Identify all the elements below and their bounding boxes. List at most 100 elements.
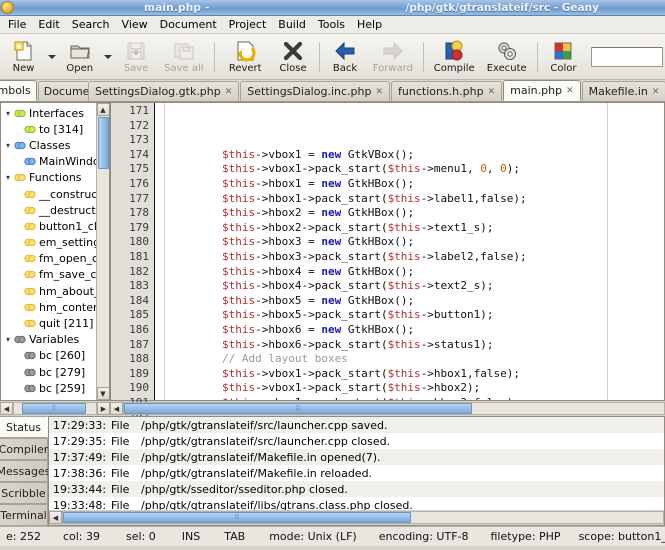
- code-line[interactable]: $this->vbox1->pack_start($this->hbox1,fa…: [165, 367, 664, 382]
- tree-item[interactable]: ▾Variables: [1, 332, 109, 348]
- menu-search[interactable]: Search: [66, 17, 116, 32]
- sidebar-horizontal-scrollbar[interactable]: ⦙⦙: [13, 402, 97, 415]
- tree-item[interactable]: to [314]: [1, 121, 109, 137]
- tree-item[interactable]: fm_save_ca: [1, 267, 109, 283]
- code-line[interactable]: $this->hbox1->pack_start($this->label1,f…: [165, 192, 664, 207]
- tree-item[interactable]: hm_content: [1, 299, 109, 315]
- message-tab-terminal[interactable]: Terminal: [0, 504, 48, 526]
- tree-item[interactable]: quit [211]: [1, 315, 109, 331]
- menu-project[interactable]: Project: [223, 17, 273, 32]
- message-row[interactable]: 17:37:49:File/php/gtk/gtranslateif/Makef…: [49, 449, 664, 465]
- tree-item[interactable]: ▾Interfaces: [1, 105, 109, 121]
- tab-close-icon[interactable]: ✕: [488, 87, 496, 97]
- scroll-left-icon[interactable]: ◀: [49, 511, 62, 524]
- sidebar-vertical-scrollbar[interactable]: ▲ ▼: [96, 103, 109, 400]
- message-tab-messages[interactable]: Messages: [0, 460, 48, 482]
- tree-item[interactable]: hm_about_c: [1, 283, 109, 299]
- code-line[interactable]: $this->hbox4->pack_start($this->text2_s)…: [165, 279, 664, 294]
- menu-view[interactable]: View: [116, 17, 154, 32]
- toolbar-revert-button[interactable]: Revert: [219, 35, 271, 79]
- editor-horizontal-scrollbar[interactable]: ⦙⦙⦙: [123, 402, 665, 415]
- code-line[interactable]: $this->vbox1->pack_start($this->hbox3,fa…: [165, 396, 664, 400]
- scrollbar-thumb[interactable]: ⦙⦙⦙: [63, 512, 411, 523]
- tree-item[interactable]: bc [260]: [1, 348, 109, 364]
- tab-close-icon[interactable]: ✕: [566, 86, 574, 96]
- symbols-tree[interactable]: ▾Interfacesto [314]▾ClassesMainWindow▾Fu…: [0, 102, 110, 401]
- code-line[interactable]: $this->vbox1->pack_start($this->menu1, 0…: [165, 162, 664, 177]
- toolbar-compile-button[interactable]: Compile: [428, 35, 480, 79]
- marker-margin[interactable]: [155, 103, 165, 400]
- code-line[interactable]: // Add layout boxes: [165, 352, 664, 367]
- message-row[interactable]: 17:38:36:File/php/gtk/gtranslateif/Makef…: [49, 465, 664, 481]
- message-tab-scribble[interactable]: Scribble: [0, 482, 48, 504]
- code-line[interactable]: $this->hbox2->pack_start($this->text1_s)…: [165, 221, 664, 236]
- scroll-down-icon[interactable]: ▼: [97, 387, 110, 400]
- toolbar-new-dropdown[interactable]: [45, 35, 58, 79]
- toolbar-new-button[interactable]: New: [2, 35, 45, 79]
- toolbar-open-button[interactable]: Open: [58, 35, 101, 79]
- code-line[interactable]: $this->hbox3 = new GtkHBox();: [165, 235, 664, 250]
- toolbar-search-input[interactable]: [591, 47, 663, 67]
- code-line[interactable]: $this->hbox2 = new GtkHBox();: [165, 206, 664, 221]
- code-line[interactable]: $this->hbox5->pack_start($this->button1)…: [165, 308, 664, 323]
- twisty-expanded-icon[interactable]: ▾: [3, 141, 13, 150]
- tree-item[interactable]: bc [259]: [1, 380, 109, 396]
- tab-close-icon[interactable]: ✕: [225, 87, 233, 97]
- tree-item[interactable]: ▾Classes: [1, 137, 109, 153]
- tree-item[interactable]: button1_clic: [1, 218, 109, 234]
- editor-tab-functions-h-php[interactable]: functions.h.php✕: [391, 81, 502, 101]
- code-line[interactable]: $this->vbox1 = new GtkVBox();: [165, 148, 664, 163]
- tree-item[interactable]: em_settings: [1, 235, 109, 251]
- menu-edit[interactable]: Edit: [32, 17, 65, 32]
- code-line[interactable]: $this->vbox1->pack_start($this->hbox2);: [165, 381, 664, 396]
- scrollbar-thumb[interactable]: ⦙⦙⦙: [124, 403, 472, 414]
- message-row[interactable]: 19:33:44:File/php/gtk/sseditor/sseditor.…: [49, 481, 664, 497]
- status-message-list[interactable]: 17:29:33:File/php/gtk/gtranslateif/src/l…: [48, 416, 665, 526]
- twisty-expanded-icon[interactable]: ▾: [3, 335, 13, 344]
- message-row[interactable]: 17:29:33:File/php/gtk/gtranslateif/src/l…: [49, 417, 664, 433]
- twisty-expanded-icon[interactable]: ▾: [3, 173, 13, 182]
- tree-item[interactable]: __destruct [: [1, 202, 109, 218]
- toolbar-back-button[interactable]: Back: [324, 35, 367, 79]
- tab-close-icon[interactable]: ✕: [375, 87, 383, 97]
- code-line[interactable]: $this->hbox4 = new GtkHBox();: [165, 265, 664, 280]
- code-line[interactable]: $this->hbox1 = new GtkHBox();: [165, 177, 664, 192]
- code-line[interactable]: $this->hbox3->pack_start($this->label2,f…: [165, 250, 664, 265]
- toolbar-color-button[interactable]: Color: [542, 35, 585, 79]
- messages-horizontal-scrollbar[interactable]: ⦙⦙⦙: [62, 511, 664, 524]
- toolbar-execute-button[interactable]: Execute: [480, 35, 532, 79]
- editor-tab-settingsdialog-gtk-php[interactable]: SettingsDialog.gtk.php✕: [88, 81, 239, 101]
- menu-tools[interactable]: Tools: [312, 17, 351, 32]
- editor-tab-makefile-in[interactable]: Makefile.in✕: [582, 81, 665, 101]
- scrollbar-thumb[interactable]: ⦙⦙: [22, 403, 86, 414]
- tree-item[interactable]: __construct: [1, 186, 109, 202]
- scrollbar-thumb[interactable]: [98, 117, 109, 169]
- tree-item[interactable]: bc [279]: [1, 364, 109, 380]
- scroll-up-icon[interactable]: ▲: [97, 103, 110, 116]
- toolbar-open-dropdown[interactable]: [101, 35, 114, 79]
- tree-item[interactable]: fm_open_ca: [1, 251, 109, 267]
- menu-file[interactable]: File: [2, 17, 32, 32]
- editor-tab-settingsdialog-inc-php[interactable]: SettingsDialog.inc.php✕: [240, 81, 390, 101]
- tree-item[interactable]: ▾Functions: [1, 170, 109, 186]
- scroll-right-icon[interactable]: ▶: [97, 402, 110, 415]
- menu-build[interactable]: Build: [272, 17, 312, 32]
- message-row[interactable]: 17:29:35:File/php/gtk/gtranslateif/src/l…: [49, 433, 664, 449]
- message-tab-status[interactable]: Status: [0, 416, 48, 438]
- menu-document[interactable]: Document: [154, 17, 223, 32]
- code-line[interactable]: $this->hbox6->pack_start($this->status1)…: [165, 338, 664, 353]
- editor-tab-main-php[interactable]: main.php✕: [503, 80, 580, 101]
- scroll-left-icon[interactable]: ◀: [0, 402, 13, 415]
- code-text[interactable]: $this->vbox1 = new GtkVBox(); $this->vbo…: [165, 103, 664, 400]
- code-editor[interactable]: 1711721731741751761771781791801811821831…: [110, 102, 665, 401]
- message-tab-compiler[interactable]: Compiler: [0, 438, 48, 460]
- tree-item[interactable]: MainWindow: [1, 154, 109, 170]
- toolbar-close-button[interactable]: Close: [271, 35, 314, 79]
- menu-help[interactable]: Help: [351, 17, 388, 32]
- twisty-expanded-icon[interactable]: ▾: [3, 109, 13, 118]
- code-line[interactable]: $this->hbox5 = new GtkHBox();: [165, 294, 664, 309]
- tab-close-icon[interactable]: ✕: [652, 87, 660, 97]
- sidebar-tab-symbols[interactable]: Symbols: [0, 80, 37, 101]
- toolbar-close-label: Close: [279, 63, 306, 74]
- code-line[interactable]: $this->hbox6 = new GtkHBox();: [165, 323, 664, 338]
